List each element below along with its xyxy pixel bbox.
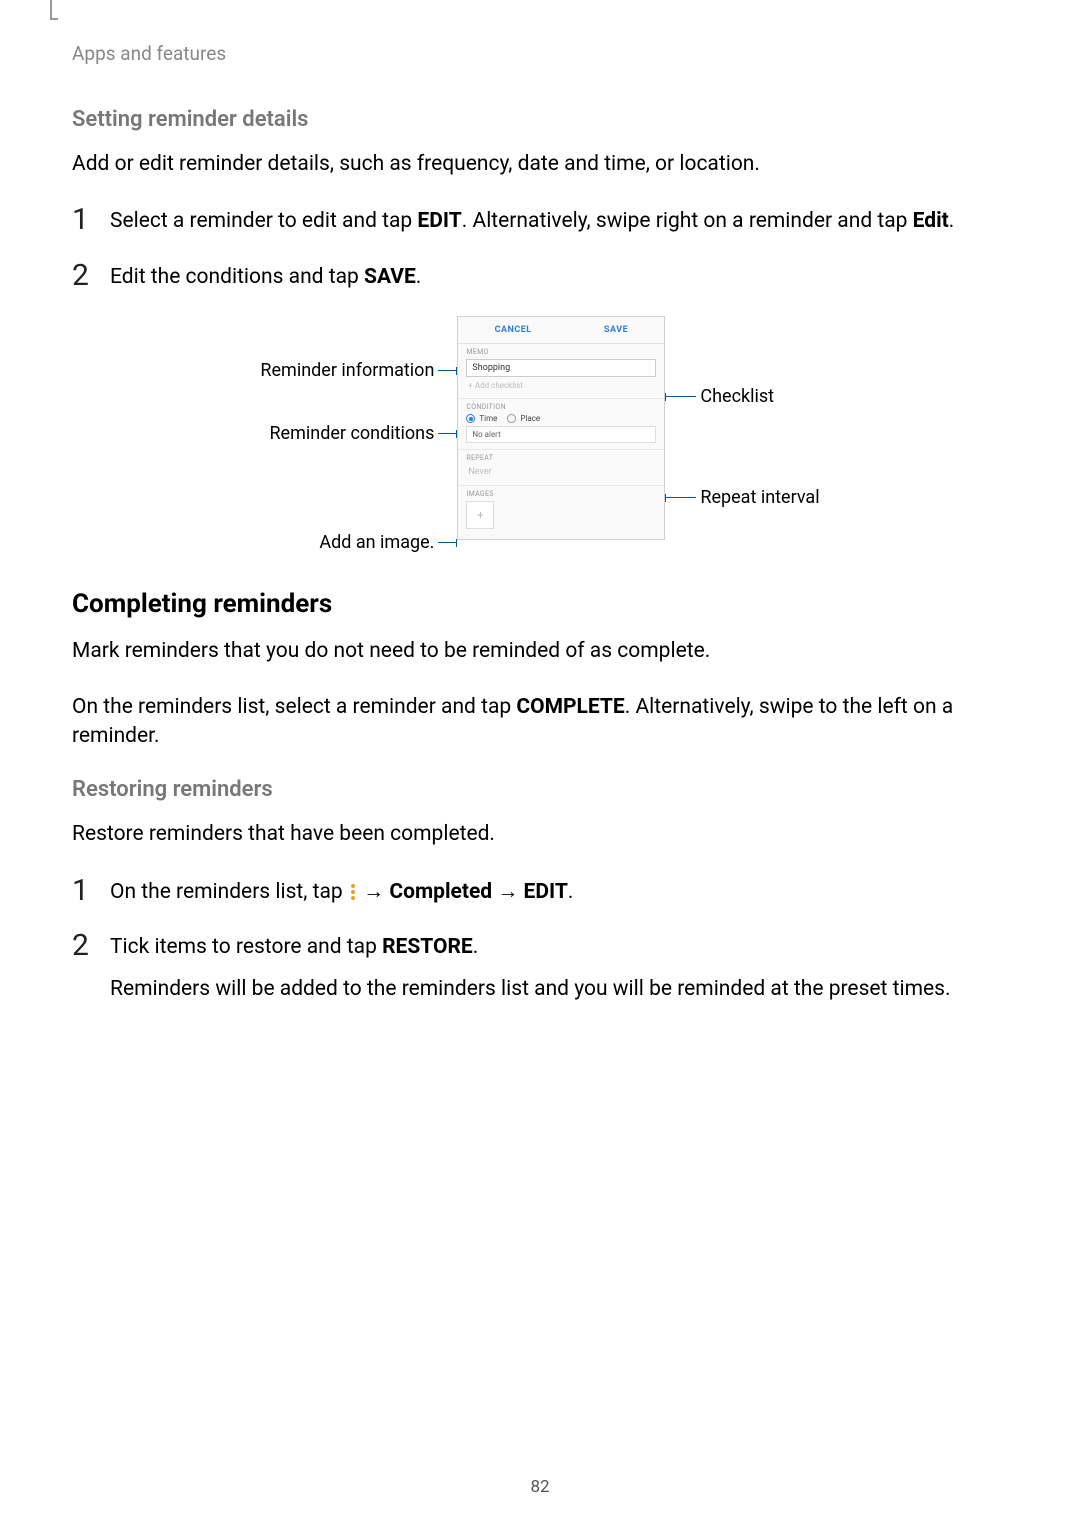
step-number: 1 xyxy=(72,876,110,907)
subheading-restoring-reminders: Restoring reminders xyxy=(72,777,1008,802)
step-text: Select a reminder to edit and tap EDIT. … xyxy=(110,205,954,236)
subheading-setting-reminder-details: Setting reminder details xyxy=(72,107,1008,132)
arrow-text: → xyxy=(492,880,523,904)
step-number: 1 xyxy=(72,205,110,236)
text-fragment: Reminders will be added to the reminders… xyxy=(110,977,951,1001)
restore-step-2: 2 Tick items to restore and tap RESTORE.… xyxy=(72,931,1008,1004)
text-bold: EDIT xyxy=(417,209,461,233)
text-bold: SAVE xyxy=(364,265,416,289)
intro-paragraph-1: Add or edit reminder details, such as fr… xyxy=(72,150,1008,179)
text-bold: RESTORE xyxy=(382,935,473,959)
callout-checklist: Checklist xyxy=(700,386,774,407)
step-number: 2 xyxy=(72,261,110,292)
text-fragment: . xyxy=(568,880,574,904)
repeat-value[interactable]: Never xyxy=(466,465,656,479)
figure-reminder-edit-screen: Reminder information Reminder conditions… xyxy=(72,316,1008,553)
step-text: Tick items to restore and tap RESTORE. R… xyxy=(110,931,951,1004)
step-text: On the reminders list, tap → Completed →… xyxy=(110,876,573,907)
callout-add-image: Add an image. xyxy=(319,532,434,553)
step-2: 2 Edit the conditions and tap SAVE. xyxy=(72,261,1008,292)
add-checklist-link[interactable]: + Add checklist xyxy=(466,379,656,392)
figure-callouts-right: Checklist Repeat interval xyxy=(665,316,819,508)
figure-callouts-left: Reminder information Reminder conditions… xyxy=(260,316,457,553)
text-bold: Completed xyxy=(389,880,492,904)
completing-p2: On the reminders list, select a reminder… xyxy=(72,693,1008,752)
callout-reminder-information: Reminder information xyxy=(260,360,434,381)
no-alert-field[interactable]: No alert xyxy=(466,426,656,443)
images-label: IMAGES xyxy=(466,490,656,498)
radio-time[interactable]: Time xyxy=(466,414,497,423)
radio-label: Time xyxy=(479,414,497,423)
text-fragment: Tick items to restore and tap xyxy=(110,935,382,959)
cancel-button[interactable]: CANCEL xyxy=(495,325,532,335)
phone-screenshot: CANCEL SAVE MEMO Shopping + Add checklis… xyxy=(457,316,665,540)
memo-input[interactable]: Shopping xyxy=(466,359,656,377)
step-number: 2 xyxy=(72,931,110,1004)
callout-repeat-interval: Repeat interval xyxy=(700,487,819,508)
radio-place[interactable]: Place xyxy=(507,414,540,423)
text-bold: COMPLETE xyxy=(516,695,624,719)
header-corner-mark xyxy=(50,0,52,20)
page-number: 82 xyxy=(0,1477,1080,1497)
text-fragment: . Alternatively, swipe right on a remind… xyxy=(462,209,913,233)
radio-empty-icon xyxy=(507,414,516,423)
completing-p1: Mark reminders that you do not need to b… xyxy=(72,637,1008,666)
add-image-button[interactable]: + xyxy=(466,501,494,529)
condition-label: CONDITION xyxy=(466,403,656,411)
repeat-label: REPEAT xyxy=(466,454,656,462)
radio-filled-icon xyxy=(466,414,475,423)
restore-step-1: 1 On the reminders list, tap → Completed… xyxy=(72,876,1008,907)
text-fragment: . xyxy=(416,265,422,289)
text-fragment: Select a reminder to edit and tap xyxy=(110,209,417,233)
save-button[interactable]: SAVE xyxy=(604,325,628,335)
step-1: 1 Select a reminder to edit and tap EDIT… xyxy=(72,205,1008,236)
radio-label: Place xyxy=(520,414,540,423)
heading-completing-reminders: Completing reminders xyxy=(72,589,1008,619)
text-bold: Edit xyxy=(913,209,949,233)
step-text: Edit the conditions and tap SAVE. xyxy=(110,261,421,292)
text-bold: EDIT xyxy=(524,880,568,904)
text-fragment: On the reminders list, tap xyxy=(110,880,348,904)
arrow-text: → xyxy=(358,880,389,904)
text-fragment: . xyxy=(473,935,479,959)
more-options-icon xyxy=(351,884,355,900)
callout-reminder-conditions: Reminder conditions xyxy=(269,423,434,444)
text-fragment: . xyxy=(949,209,955,233)
text-fragment: On the reminders list, select a reminder… xyxy=(72,695,516,719)
text-fragment: Edit the conditions and tap xyxy=(110,265,364,289)
restoring-intro: Restore reminders that have been complet… xyxy=(72,820,1008,849)
breadcrumb: Apps and features xyxy=(72,42,1008,65)
memo-label: MEMO xyxy=(466,348,656,356)
